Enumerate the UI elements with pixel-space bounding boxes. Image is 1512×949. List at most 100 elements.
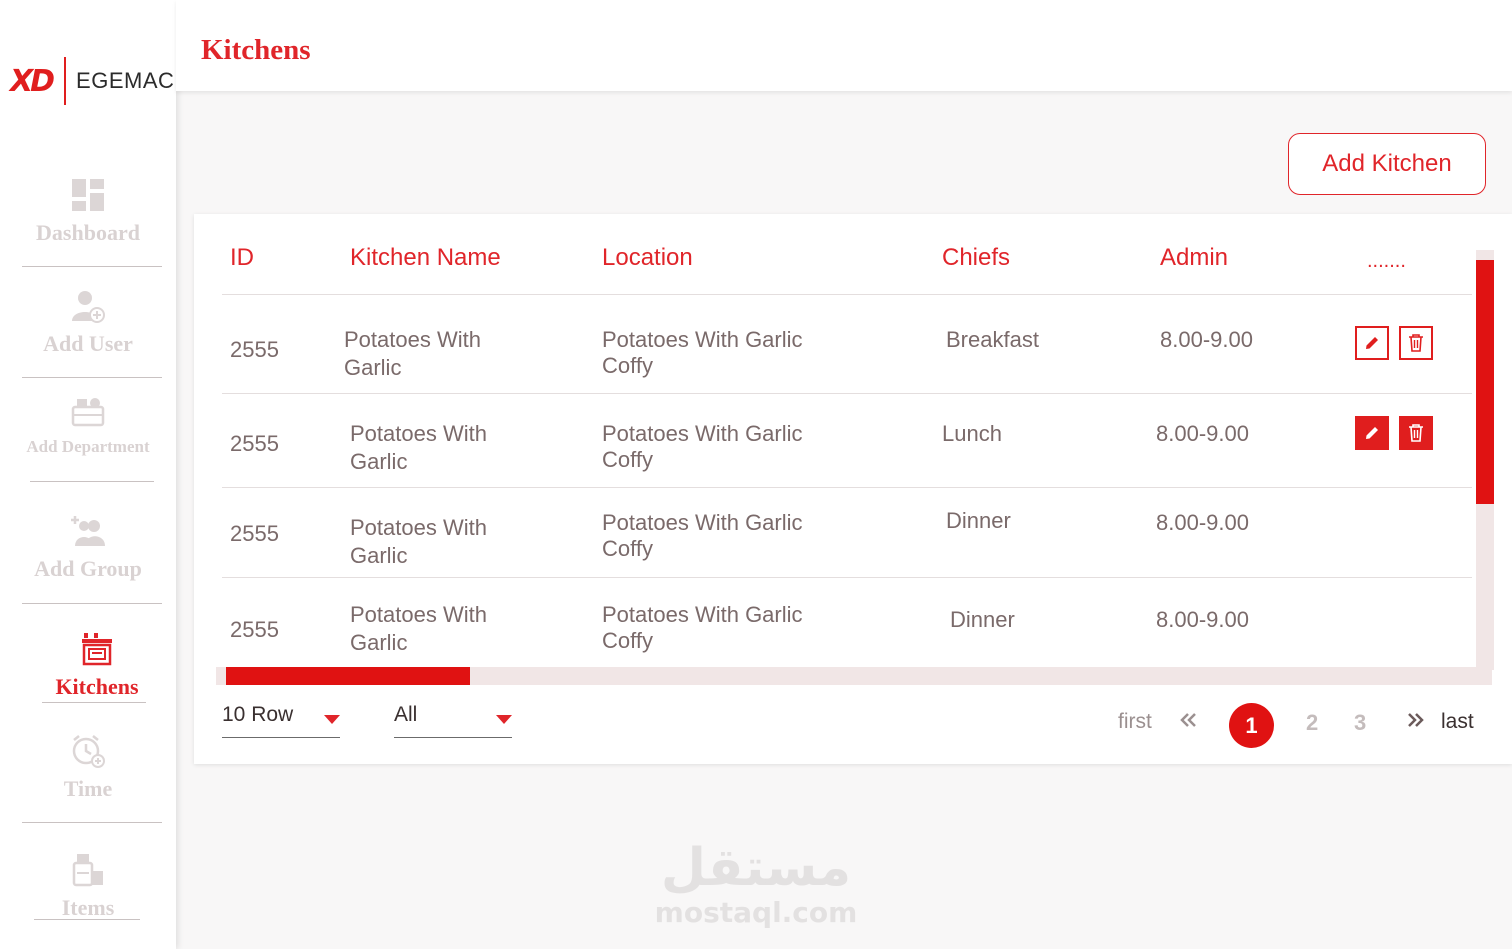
column-header-chiefs[interactable]: Chiefs	[942, 244, 1010, 272]
pencil-icon	[1366, 427, 1378, 439]
trash-icon	[1409, 424, 1423, 442]
vertical-scrollbar-thumb[interactable]	[1476, 260, 1494, 504]
row-divider	[222, 393, 1472, 394]
sidebar-item-label: Items	[61, 895, 115, 920]
cell-kitchen-name-line2: Garlic	[350, 449, 408, 474]
add-group-icon	[71, 516, 105, 546]
sidebar-item-label: Time	[63, 776, 113, 801]
nav-divider	[22, 603, 162, 604]
cell-chiefs: Lunch	[942, 421, 1002, 446]
column-header-actions: .......	[1367, 250, 1406, 272]
double-chevron-right-icon[interactable]	[1406, 708, 1426, 732]
cell-chiefs: Breakfast	[946, 327, 1039, 352]
cell-kitchen-name-line2: Garlic	[350, 543, 408, 568]
cell-admin: 8.00-9.00	[1156, 510, 1249, 535]
cell-kitchen-name: Potatoes With	[350, 421, 487, 446]
cell-id: 2555	[230, 521, 279, 546]
alarm-clock-icon	[72, 735, 105, 768]
chevron-down-icon	[496, 715, 512, 724]
cell-id: 2555	[230, 617, 279, 642]
chevron-down-icon	[324, 715, 340, 724]
brand-mark: XD	[10, 63, 55, 99]
header-divider	[222, 294, 1472, 295]
nav-divider	[22, 266, 162, 267]
column-header-admin[interactable]: Admin	[1160, 244, 1228, 272]
dashboard-icon	[72, 179, 104, 211]
logo-divider	[64, 57, 67, 105]
nav-divider	[22, 822, 162, 823]
row-divider	[222, 487, 1472, 488]
cell-kitchen-name: Potatoes With	[350, 515, 487, 540]
sidebar-item-time[interactable]: Time	[0, 734, 176, 802]
kitchen-icon	[82, 633, 112, 666]
watermark-latin: mostaql.com	[654, 896, 858, 929]
sidebar-item-kitchens[interactable]: Kitchens	[9, 632, 185, 700]
trash-icon	[1409, 334, 1423, 352]
edit-button[interactable]	[1355, 326, 1389, 360]
cell-kitchen-name-line2: Garlic	[350, 630, 408, 655]
sidebar-item-add-department[interactable]: Add Department	[0, 395, 176, 457]
rows-per-page-select[interactable]: 10 Row	[222, 700, 340, 738]
nav-divider	[22, 377, 162, 378]
sidebar-item-label: Dashboard	[36, 220, 140, 245]
items-icon	[72, 854, 103, 887]
pagination-page-2[interactable]: 2	[1306, 710, 1318, 736]
delete-button[interactable]	[1399, 326, 1433, 360]
filter-select[interactable]: All	[394, 700, 512, 738]
row-divider	[222, 577, 1472, 578]
sidebar-item-label: Add Department	[26, 437, 150, 456]
pagination-last[interactable]: last	[1441, 710, 1474, 734]
cell-location: Potatoes With Garlic	[602, 327, 803, 352]
cell-admin: 8.00-9.00	[1160, 327, 1253, 352]
sidebar-item-dashboard[interactable]: Dashboard	[0, 178, 176, 246]
column-header-id[interactable]: ID	[230, 244, 254, 272]
column-header-location[interactable]: Location	[602, 244, 693, 272]
cell-admin: 8.00-9.00	[1156, 421, 1249, 446]
sidebar-item-add-user[interactable]: Add User	[0, 289, 176, 357]
sidebar: XD EGEMAC Dashboard Add User Add Departm…	[0, 0, 176, 949]
watermark: مستقل mostaql.com	[652, 838, 860, 928]
horizontal-scrollbar-thumb[interactable]	[226, 667, 470, 685]
sidebar-item-label: Add User	[43, 331, 133, 356]
cell-location-line2: Coffy	[602, 353, 653, 378]
pencil-icon	[1366, 337, 1378, 349]
rows-per-page-value: 10 Row	[222, 703, 294, 726]
add-user-icon	[72, 291, 105, 323]
cell-id: 2555	[230, 431, 279, 456]
nav-divider	[42, 702, 146, 703]
cell-location: Potatoes With Garlic	[602, 510, 803, 535]
sidebar-item-add-group[interactable]: Add Group	[0, 514, 176, 582]
department-icon	[71, 398, 105, 427]
filter-value: All	[394, 703, 418, 726]
delete-button[interactable]	[1399, 416, 1433, 450]
double-chevron-left-icon[interactable]	[1178, 708, 1198, 732]
sidebar-item-items[interactable]: Items	[0, 853, 176, 921]
add-kitchen-button[interactable]: Add Kitchen	[1288, 133, 1486, 195]
cell-chiefs: Dinner	[946, 508, 1011, 533]
cell-kitchen-name-line2: Garlic	[344, 355, 402, 380]
column-header-kitchen-name[interactable]: Kitchen Name	[350, 244, 501, 272]
page-title: Kitchens	[201, 34, 311, 66]
nav-divider	[30, 481, 154, 482]
pagination-first[interactable]: first	[1118, 710, 1152, 734]
cell-id: 2555	[230, 337, 279, 362]
sidebar-item-label: Add Group	[34, 556, 142, 581]
brand-logo[interactable]: XD EGEMAC	[10, 56, 174, 106]
brand-name: EGEMAC	[76, 68, 175, 93]
watermark-arabic: مستقل	[660, 838, 852, 898]
edit-button[interactable]	[1355, 416, 1389, 450]
pagination-page-1[interactable]: 1	[1229, 703, 1274, 748]
top-header: Kitchens	[176, 0, 1512, 91]
cell-admin: 8.00-9.00	[1156, 607, 1249, 632]
nav-divider	[34, 919, 140, 920]
cell-location: Potatoes With Garlic	[602, 421, 803, 446]
cell-kitchen-name: Potatoes With	[350, 602, 487, 627]
pagination-page-3[interactable]: 3	[1354, 710, 1366, 736]
cell-location-line2: Coffy	[602, 536, 653, 561]
sidebar-item-label: Kitchens	[55, 674, 139, 699]
cell-kitchen-name: Potatoes With	[344, 327, 481, 352]
cell-chiefs: Dinner	[950, 607, 1015, 632]
cell-location-line2: Coffy	[602, 628, 653, 653]
kitchens-table-card: ID Kitchen Name Location Chiefs Admin ..…	[194, 214, 1512, 764]
cell-location-line2: Coffy	[602, 447, 653, 472]
